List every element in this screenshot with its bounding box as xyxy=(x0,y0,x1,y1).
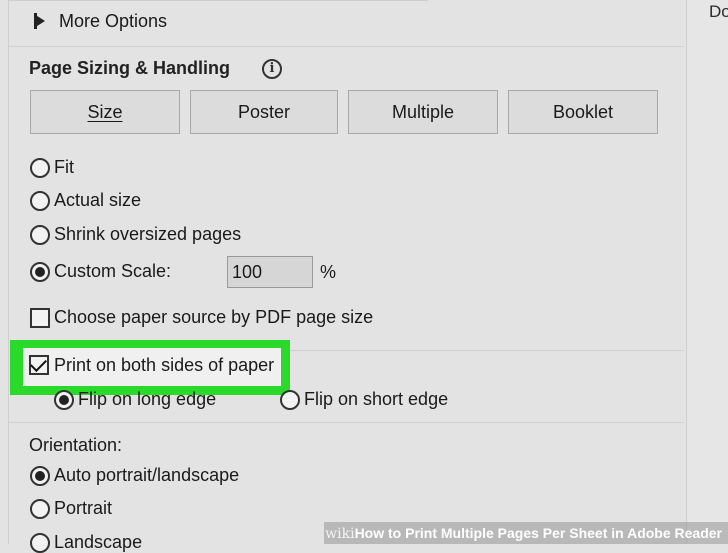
flip-long-edge-label: Flip on long edge xyxy=(78,389,217,409)
fit-label: Fit xyxy=(54,157,74,177)
more-options-toggle[interactable]: More Options xyxy=(34,8,167,34)
custom-scale-label: Custom Scale: xyxy=(54,261,172,281)
document-label-partial: Do xyxy=(709,2,728,21)
auto-orientation-radio[interactable] xyxy=(30,466,50,486)
right-preview-column: Do xyxy=(686,0,728,544)
percent-unit: % xyxy=(320,262,337,282)
shrink-oversized-label: Shrink oversized pages xyxy=(54,224,242,244)
poster-button[interactable]: Poster xyxy=(190,90,338,134)
booklet-button[interactable]: Booklet xyxy=(508,90,658,134)
auto-orientation-label: Auto portrait/landscape xyxy=(54,465,240,485)
custom-scale-radio[interactable] xyxy=(30,262,50,282)
watermark-text: How to Print Multiple Pages Per Sheet in… xyxy=(354,525,722,541)
fit-radio[interactable] xyxy=(30,158,50,178)
section-divider-top xyxy=(8,46,684,47)
paper-source-checkbox[interactable] xyxy=(30,308,50,328)
wikihow-watermark: wikiHow to Print Multiple Pages Per Shee… xyxy=(324,522,728,544)
checkmark-icon xyxy=(30,355,47,372)
page-sizing-title: Page Sizing & Handling xyxy=(29,58,231,78)
more-options-label: More Options xyxy=(59,10,168,31)
disclosure-triangle-icon xyxy=(34,13,49,29)
flip-long-edge-radio[interactable] xyxy=(54,390,74,410)
section-divider-orientation xyxy=(8,422,684,423)
portrait-label: Portrait xyxy=(54,498,113,518)
shrink-oversized-radio[interactable] xyxy=(30,225,50,245)
info-icon[interactable]: i xyxy=(262,59,282,79)
paper-source-label: Choose paper source by PDF page size xyxy=(54,307,374,327)
section-divider-duplex xyxy=(290,350,684,351)
watermark-brand: wiki xyxy=(325,526,355,542)
top-divider xyxy=(8,0,428,1)
orientation-title: Orientation: xyxy=(29,435,123,455)
left-border xyxy=(8,0,9,544)
actual-size-label: Actual size xyxy=(54,190,142,210)
duplex-checkbox[interactable] xyxy=(29,355,49,375)
size-button[interactable]: Size xyxy=(30,90,180,134)
custom-scale-input[interactable]: 100 xyxy=(227,256,313,288)
multiple-button[interactable]: Multiple xyxy=(348,90,498,134)
landscape-radio[interactable] xyxy=(30,533,50,553)
portrait-radio[interactable] xyxy=(30,499,50,519)
flip-short-edge-label: Flip on short edge xyxy=(304,389,449,409)
flip-short-edge-radio[interactable] xyxy=(280,390,300,410)
print-options-panel: More Options Page Sizing & Handling i Si… xyxy=(0,0,686,553)
landscape-label: Landscape xyxy=(54,532,143,552)
duplex-label: Print on both sides of paper xyxy=(54,355,275,375)
actual-size-radio[interactable] xyxy=(30,191,50,211)
